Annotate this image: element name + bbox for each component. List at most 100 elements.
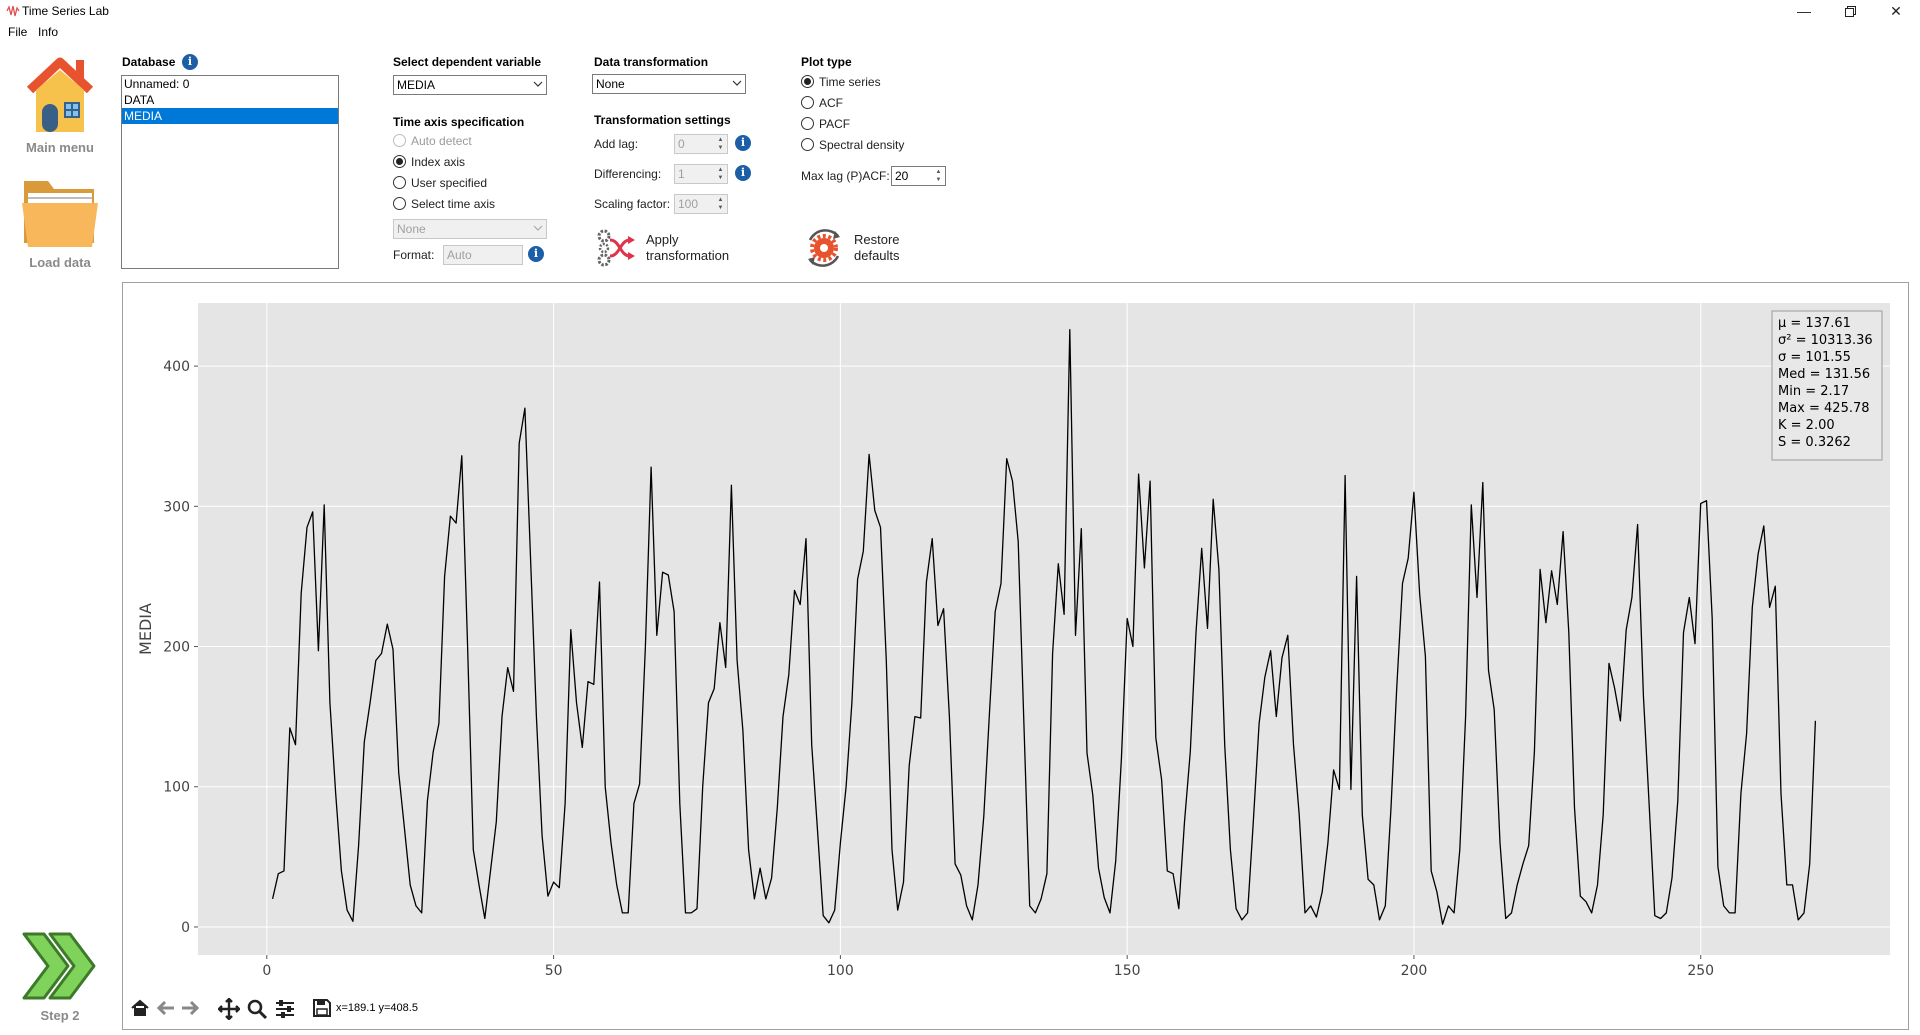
nav-main-menu-label: Main menu [26, 140, 94, 155]
spin-down-icon[interactable]: ▼ [715, 204, 726, 212]
menu-info[interactable]: Info [38, 25, 58, 39]
info-icon[interactable]: i [182, 54, 198, 70]
spin-down-icon[interactable]: ▼ [715, 174, 726, 182]
transformation-settings-heading: Transformation settings [594, 113, 731, 127]
home-icon[interactable] [130, 998, 150, 1018]
time-axis-select[interactable]: None [393, 219, 547, 239]
list-item[interactable]: DATA [122, 92, 338, 108]
apply-transformation-label-2: transformation [646, 248, 730, 263]
close-icon[interactable]: ✕ [1873, 0, 1919, 22]
nav-step2[interactable]: Step 2 [10, 930, 110, 1030]
spin-up-icon[interactable]: ▲ [715, 166, 726, 174]
x-tick-label: 200 [1401, 963, 1428, 979]
spin-up-icon[interactable]: ▲ [715, 196, 726, 204]
y-tick-label: 200 [163, 640, 190, 656]
gears-shuffle-icon [597, 229, 635, 267]
info-icon[interactable]: i [735, 135, 751, 151]
radio-user-specified[interactable]: User specified [393, 176, 593, 192]
radio-button-checked[interactable] [393, 155, 406, 168]
stat-skewness: S = 0.3262 [1778, 435, 1851, 450]
add-lag-spinbox[interactable]: 0 ▲ ▼ [674, 134, 728, 154]
radio-label: Index axis [411, 155, 466, 169]
pan-icon[interactable] [218, 998, 240, 1020]
x-tick-label: 250 [1687, 963, 1714, 979]
radio-label: Spectral density [819, 138, 905, 152]
scaling-factor-spinbox[interactable]: 100 ▲ ▼ [674, 194, 728, 214]
radio-button[interactable] [801, 117, 814, 130]
differencing-spinbox[interactable]: 1 ▲ ▼ [674, 164, 728, 184]
apply-transformation-label-1: Apply [646, 232, 679, 247]
dependent-variable-heading: Select dependent variable [393, 55, 542, 69]
zoom-icon[interactable] [246, 998, 268, 1020]
radio-label: PACF [819, 117, 851, 131]
nav-load-data[interactable]: Load data [10, 175, 110, 275]
chevron-down-icon [533, 225, 543, 231]
info-icon[interactable]: i [735, 165, 751, 181]
stat-max: Max = 425.78 [1778, 401, 1870, 416]
dependent-variable-value: MEDIA [397, 78, 436, 92]
radio-pacf[interactable]: PACF [801, 117, 941, 133]
minimize-icon[interactable]: — [1781, 0, 1827, 22]
format-input[interactable]: Auto [443, 245, 523, 265]
stat-variance: σ² = 10313.36 [1778, 333, 1873, 348]
title-bar: Time Series Lab — ✕ [0, 0, 1920, 22]
spin-down-icon[interactable]: ▼ [715, 144, 726, 152]
restore-defaults-button[interactable]: Restore defaults [802, 226, 932, 270]
dependent-variable-select[interactable]: MEDIA [393, 75, 547, 95]
radio-button[interactable] [393, 134, 406, 147]
max-lag-label: Max lag (P)ACF: [801, 169, 890, 183]
folder-icon [22, 181, 98, 247]
stat-mean: μ = 137.61 [1778, 316, 1851, 331]
scaling-factor-label: Scaling factor: [594, 197, 671, 211]
spin-up-icon[interactable]: ▲ [933, 168, 944, 176]
stat-std: σ = 101.55 [1778, 350, 1851, 365]
chevron-down-icon [533, 81, 543, 87]
nav-main-menu[interactable]: Main menu [10, 52, 110, 157]
radio-label: ACF [819, 96, 843, 110]
list-item-selected[interactable]: MEDIA [122, 108, 338, 124]
home-icon [26, 57, 94, 132]
time-axis-select-value: None [397, 222, 426, 236]
radio-button-checked[interactable] [801, 75, 814, 88]
apply-transformation-button[interactable]: Apply transformation [596, 226, 746, 270]
y-tick-label: 0 [181, 920, 190, 936]
radio-label: User specified [411, 176, 488, 190]
radio-button[interactable] [393, 197, 406, 210]
plot-toolbar: x=189.1 y=408.5 [130, 996, 530, 1020]
format-label: Format: [393, 248, 435, 262]
radio-index-axis[interactable]: Index axis [393, 155, 593, 171]
list-item[interactable]: Unnamed: 0 [122, 76, 338, 92]
spin-down-icon[interactable]: ▼ [933, 176, 944, 184]
max-lag-value: 20 [895, 169, 909, 183]
data-transformation-select[interactable]: None [592, 74, 746, 94]
radio-acf[interactable]: ACF [801, 96, 941, 112]
format-value: Auto [447, 248, 472, 262]
menu-file[interactable]: File [8, 25, 27, 39]
radio-button[interactable] [801, 96, 814, 109]
spin-up-icon[interactable]: ▲ [715, 136, 726, 144]
stat-min: Min = 2.17 [1778, 384, 1849, 399]
restore-gear-icon [808, 229, 840, 267]
y-tick-label: 300 [163, 499, 190, 515]
restore-window-icon[interactable] [1827, 0, 1873, 22]
back-arrow-icon[interactable] [156, 998, 176, 1018]
database-list[interactable]: Unnamed: 0 DATA MEDIA [121, 75, 339, 269]
time-series-chart[interactable]: 0 50 100 150 200 250 0 100 200 300 400 MEDIA μ = 1… [123, 283, 1908, 995]
radio-button[interactable] [393, 176, 406, 189]
data-transformation-heading: Data transformation [594, 55, 709, 69]
max-lag-spinbox[interactable]: 20 ▲ ▼ [891, 166, 946, 186]
save-icon[interactable] [312, 998, 332, 1018]
radio-button[interactable] [801, 138, 814, 151]
restore-defaults-label-2: defaults [854, 248, 900, 263]
radio-label: Select time axis [411, 197, 496, 211]
radio-spectral-density[interactable]: Spectral density [801, 138, 941, 154]
info-icon[interactable]: i [528, 246, 544, 262]
radio-auto-detect[interactable]: Auto detect [393, 134, 593, 150]
radio-time-series[interactable]: Time series [801, 75, 941, 91]
configure-subplots-icon[interactable] [274, 998, 296, 1020]
plot-type-heading: Plot type [801, 55, 852, 69]
double-chevron-right-icon [22, 932, 96, 1000]
forward-arrow-icon[interactable] [180, 998, 200, 1018]
add-lag-value: 0 [678, 137, 685, 151]
radio-select-time-axis[interactable]: Select time axis [393, 197, 593, 213]
